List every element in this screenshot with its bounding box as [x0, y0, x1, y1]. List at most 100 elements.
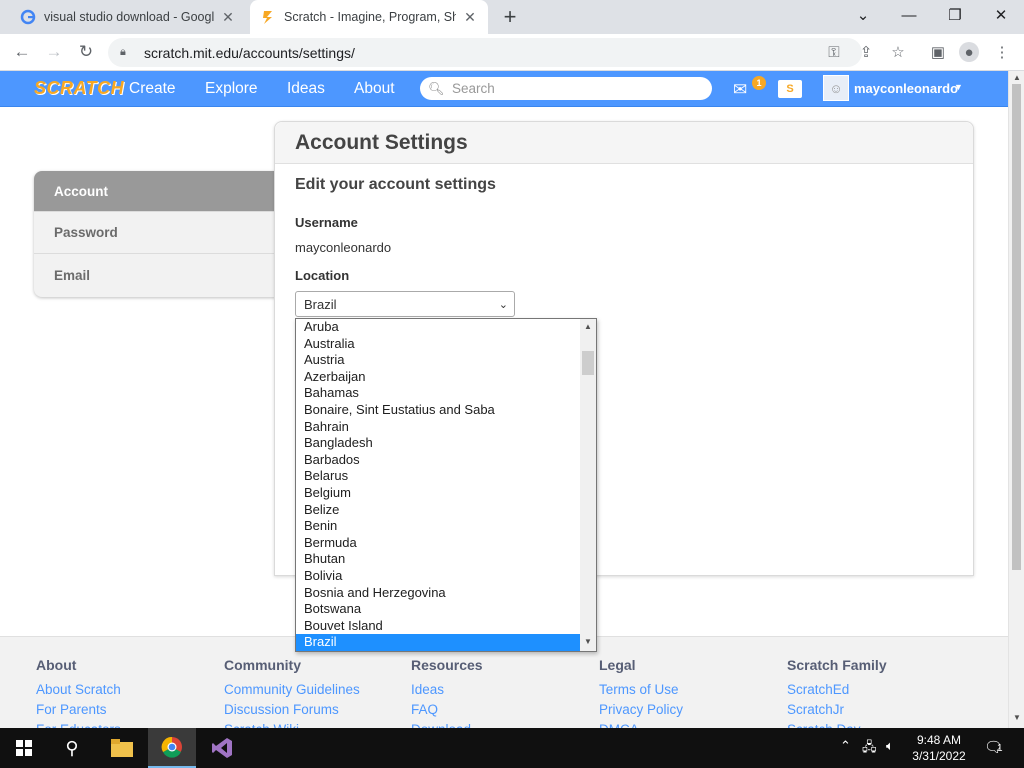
dropdown-option[interactable]: Bosnia and Herzegovina: [296, 585, 580, 602]
dropdown-option[interactable]: Bangladesh: [296, 435, 580, 452]
dropdown-option[interactable]: Benin: [296, 518, 580, 535]
key-icon[interactable]: ⚿: [824, 42, 844, 62]
side-panel-icon[interactable]: ▣: [928, 42, 948, 62]
sidebar-item-email[interactable]: Email: [34, 254, 276, 296]
nav-ideas[interactable]: Ideas: [287, 80, 325, 98]
minimize-button[interactable]: —: [886, 0, 932, 30]
maximize-button[interactable]: ❐: [932, 0, 978, 30]
search-icon: 🔍︎: [428, 80, 445, 96]
dropdown-option[interactable]: Bhutan: [296, 551, 580, 568]
dropdown-option[interactable]: Bouvet Island: [296, 618, 580, 635]
chrome-icon[interactable]: [148, 728, 196, 768]
dropdown-option[interactable]: Brazil: [296, 634, 580, 651]
windows-start-icon[interactable]: [0, 728, 48, 768]
footer-link[interactable]: Community Guidelines: [224, 682, 360, 702]
location-label: Location: [295, 268, 350, 283]
message-count-badge: 1: [752, 76, 766, 90]
location-selected-value: Brazil: [304, 297, 337, 312]
footer-heading: About: [36, 657, 77, 673]
section-subtitle: Edit your account settings: [295, 176, 496, 193]
footer-link[interactable]: For Parents: [36, 702, 121, 722]
scroll-down-icon[interactable]: ▼: [580, 637, 596, 646]
dropdown-option[interactable]: Bahamas: [296, 385, 580, 402]
browser-tab-scratch[interactable]: Scratch - Imagine, Program, Share ✕: [250, 0, 488, 34]
profile-icon[interactable]: ●: [959, 42, 979, 62]
dropdown-option[interactable]: Belize: [296, 502, 580, 519]
dropdown-option[interactable]: Austria: [296, 352, 580, 369]
footer-link[interactable]: About Scratch: [36, 682, 121, 702]
close-window-button[interactable]: ✕: [978, 0, 1024, 30]
footer-link[interactable]: Discussion Forums: [224, 702, 360, 722]
dropdown-option[interactable]: Belarus: [296, 468, 580, 485]
sidebar-item-account[interactable]: Account: [34, 171, 276, 212]
close-tab-icon[interactable]: ✕: [462, 9, 478, 26]
browser-tab-strip: visual studio download - Google ✕ Scratc…: [0, 0, 1024, 34]
sidebar-item-password[interactable]: Password: [34, 212, 276, 254]
visual-studio-icon[interactable]: [198, 728, 246, 768]
bookmark-star-icon[interactable]: ☆: [888, 42, 908, 62]
reload-icon[interactable]: ↻: [74, 40, 98, 64]
volume-icon[interactable]: 🔈︎: [886, 738, 894, 754]
footer-link[interactable]: Privacy Policy: [599, 702, 683, 722]
scroll-up-icon[interactable]: ▲: [580, 322, 596, 331]
dropdown-option[interactable]: Belgium: [296, 485, 580, 502]
footer-column: ResourcesIdeasFAQDownload: [411, 657, 483, 728]
clock-time: 9:48 AM: [916, 733, 962, 747]
tab-search-icon[interactable]: ⌄: [840, 0, 886, 30]
share-icon[interactable]: ⇪: [856, 42, 876, 62]
url-text: scratch.mit.edu/accounts/settings/: [144, 44, 355, 61]
url-field[interactable]: 🔒︎ scratch.mit.edu/accounts/settings/: [108, 38, 862, 67]
nav-explore[interactable]: Explore: [205, 80, 258, 98]
footer-column: Community Community Guidelines Discussion …: [224, 657, 360, 728]
scroll-down-icon[interactable]: ▼: [1009, 713, 1024, 722]
account-username[interactable]: mayconleonardo: [854, 81, 958, 96]
avatar[interactable]: ☺: [823, 75, 849, 101]
scrollbar-thumb[interactable]: [1012, 84, 1021, 570]
username-label: Username: [295, 215, 358, 230]
forward-icon[interactable]: →: [42, 40, 66, 64]
chevron-down-icon[interactable]: ▼: [954, 82, 963, 92]
footer-link[interactable]: FAQ: [411, 702, 483, 722]
page-scrollbar[interactable]: ▲ ▼: [1008, 71, 1024, 728]
footer-link[interactable]: ScratchJr: [787, 702, 887, 722]
nav-create[interactable]: Create: [129, 80, 176, 98]
system-clock[interactable]: 9:48 AM 3/31/2022: [906, 732, 972, 764]
my-stuff-icon[interactable]: S: [778, 80, 802, 98]
footer-column: Scratch FamilyScratchEdScratchJrScratch …: [787, 657, 887, 728]
windows-taskbar: ⚲ ⌃ 🖧︎ 🔈︎ 9:48 AM 3/31/2022 🗨︎ 1: [0, 728, 1024, 768]
footer-heading: Resources: [411, 657, 483, 673]
nav-about[interactable]: About: [354, 80, 395, 98]
footer-link[interactable]: Ideas: [411, 682, 483, 702]
dropdown-option[interactable]: Aruba: [296, 319, 580, 336]
search-placeholder: Search: [452, 81, 495, 96]
dropdown-scrollbar[interactable]: ▲ ▼: [580, 319, 596, 651]
search-input[interactable]: 🔍︎ Search: [420, 77, 712, 100]
dropdown-option[interactable]: Bolivia: [296, 568, 580, 585]
menu-kebab-icon[interactable]: ⋮: [992, 42, 1012, 62]
scrollbar-thumb[interactable]: [582, 351, 594, 375]
dropdown-option[interactable]: Australia: [296, 336, 580, 353]
dropdown-option[interactable]: Botswana: [296, 601, 580, 618]
dropdown-option[interactable]: Barbados: [296, 452, 580, 469]
location-dropdown-list[interactable]: Aruba Australia Austria Azerbaijan Bahamas Bo…: [295, 318, 597, 652]
footer-link[interactable]: ScratchEd: [787, 682, 887, 702]
footer-link[interactable]: Terms of Use: [599, 682, 683, 702]
page-title: Account Settings: [275, 122, 973, 164]
browser-tab-google[interactable]: visual studio download - Google ✕: [10, 0, 246, 34]
scratch-logo[interactable]: SCRATCH: [34, 78, 124, 100]
footer-column: AboutAbout ScratchFor ParentsFor Educato…: [36, 657, 121, 728]
back-icon[interactable]: ←: [10, 40, 34, 64]
new-tab-button[interactable]: +: [498, 4, 522, 30]
location-select[interactable]: Brazil ⌄: [295, 291, 515, 317]
dropdown-option[interactable]: Bonaire, Sint Eustatius and Saba: [296, 402, 580, 419]
dropdown-option[interactable]: Bahrain: [296, 419, 580, 436]
footer-heading: Community: [224, 657, 301, 673]
scroll-up-icon[interactable]: ▲: [1009, 73, 1024, 82]
dropdown-option[interactable]: Azerbaijan: [296, 369, 580, 386]
chevron-up-icon[interactable]: ⌃: [840, 738, 851, 754]
search-icon[interactable]: ⚲: [48, 728, 96, 768]
file-explorer-icon[interactable]: [98, 728, 146, 768]
network-icon[interactable]: 🖧︎: [862, 738, 877, 760]
dropdown-option[interactable]: Bermuda: [296, 535, 580, 552]
close-tab-icon[interactable]: ✕: [220, 9, 236, 26]
